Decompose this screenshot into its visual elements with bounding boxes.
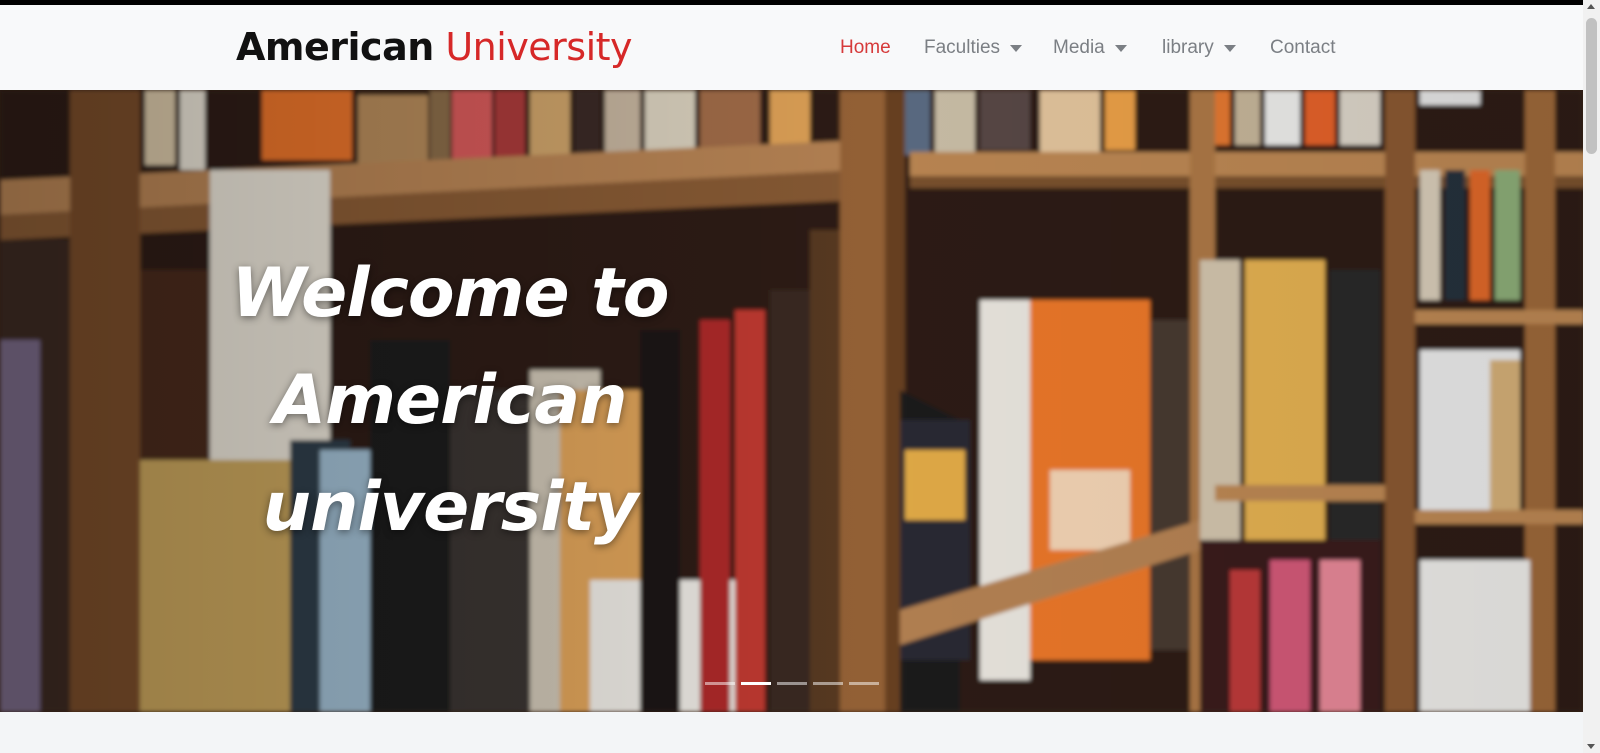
carousel-indicator-3[interactable] [777,682,807,685]
carousel-indicator-4[interactable] [813,682,843,685]
hero-title: Welcome to American university [230,240,670,561]
nav-item-faculties[interactable]: Faculties [924,37,1023,59]
carousel-indicator-2[interactable] [741,682,771,685]
hero-carousel[interactable]: Welcome to American university [0,90,1583,712]
nav-item-label: Home [840,37,891,58]
nav-item-media[interactable]: Media [1053,37,1127,59]
chevron-down-icon [1223,44,1236,52]
nav-item-label: Contact [1270,37,1336,58]
carousel-indicator-5[interactable] [849,682,879,685]
carousel-indicator-1[interactable] [705,682,735,685]
brand-name-first: American [236,25,434,69]
chevron-down-icon [1114,44,1127,52]
carousel-indicators [705,682,879,685]
nav-item-library[interactable]: library [1162,37,1236,59]
scroll-up-arrow-icon[interactable] [1587,4,1595,9]
nav-item-contact[interactable]: Contact [1270,37,1335,59]
nav-item-home[interactable]: Home [840,37,891,59]
hero-title-line: Welcome to [231,254,670,333]
vertical-scrollbar[interactable] [1583,0,1600,753]
chevron-down-icon [1010,44,1023,52]
page-content-start [0,712,1583,753]
navbar: American University Home Faculties Media… [0,5,1583,90]
scroll-thumb[interactable] [1586,18,1597,154]
brand-logo[interactable]: American University [236,25,633,71]
nav-item-label: library [1162,37,1214,58]
hero-title-line: university [262,468,639,547]
hero-title-line: American [273,361,627,440]
nav-item-label: Media [1053,37,1105,58]
nav-item-label: Faculties [924,37,1001,58]
scroll-down-arrow-icon[interactable] [1587,744,1595,749]
brand-name-second: University [445,25,633,69]
